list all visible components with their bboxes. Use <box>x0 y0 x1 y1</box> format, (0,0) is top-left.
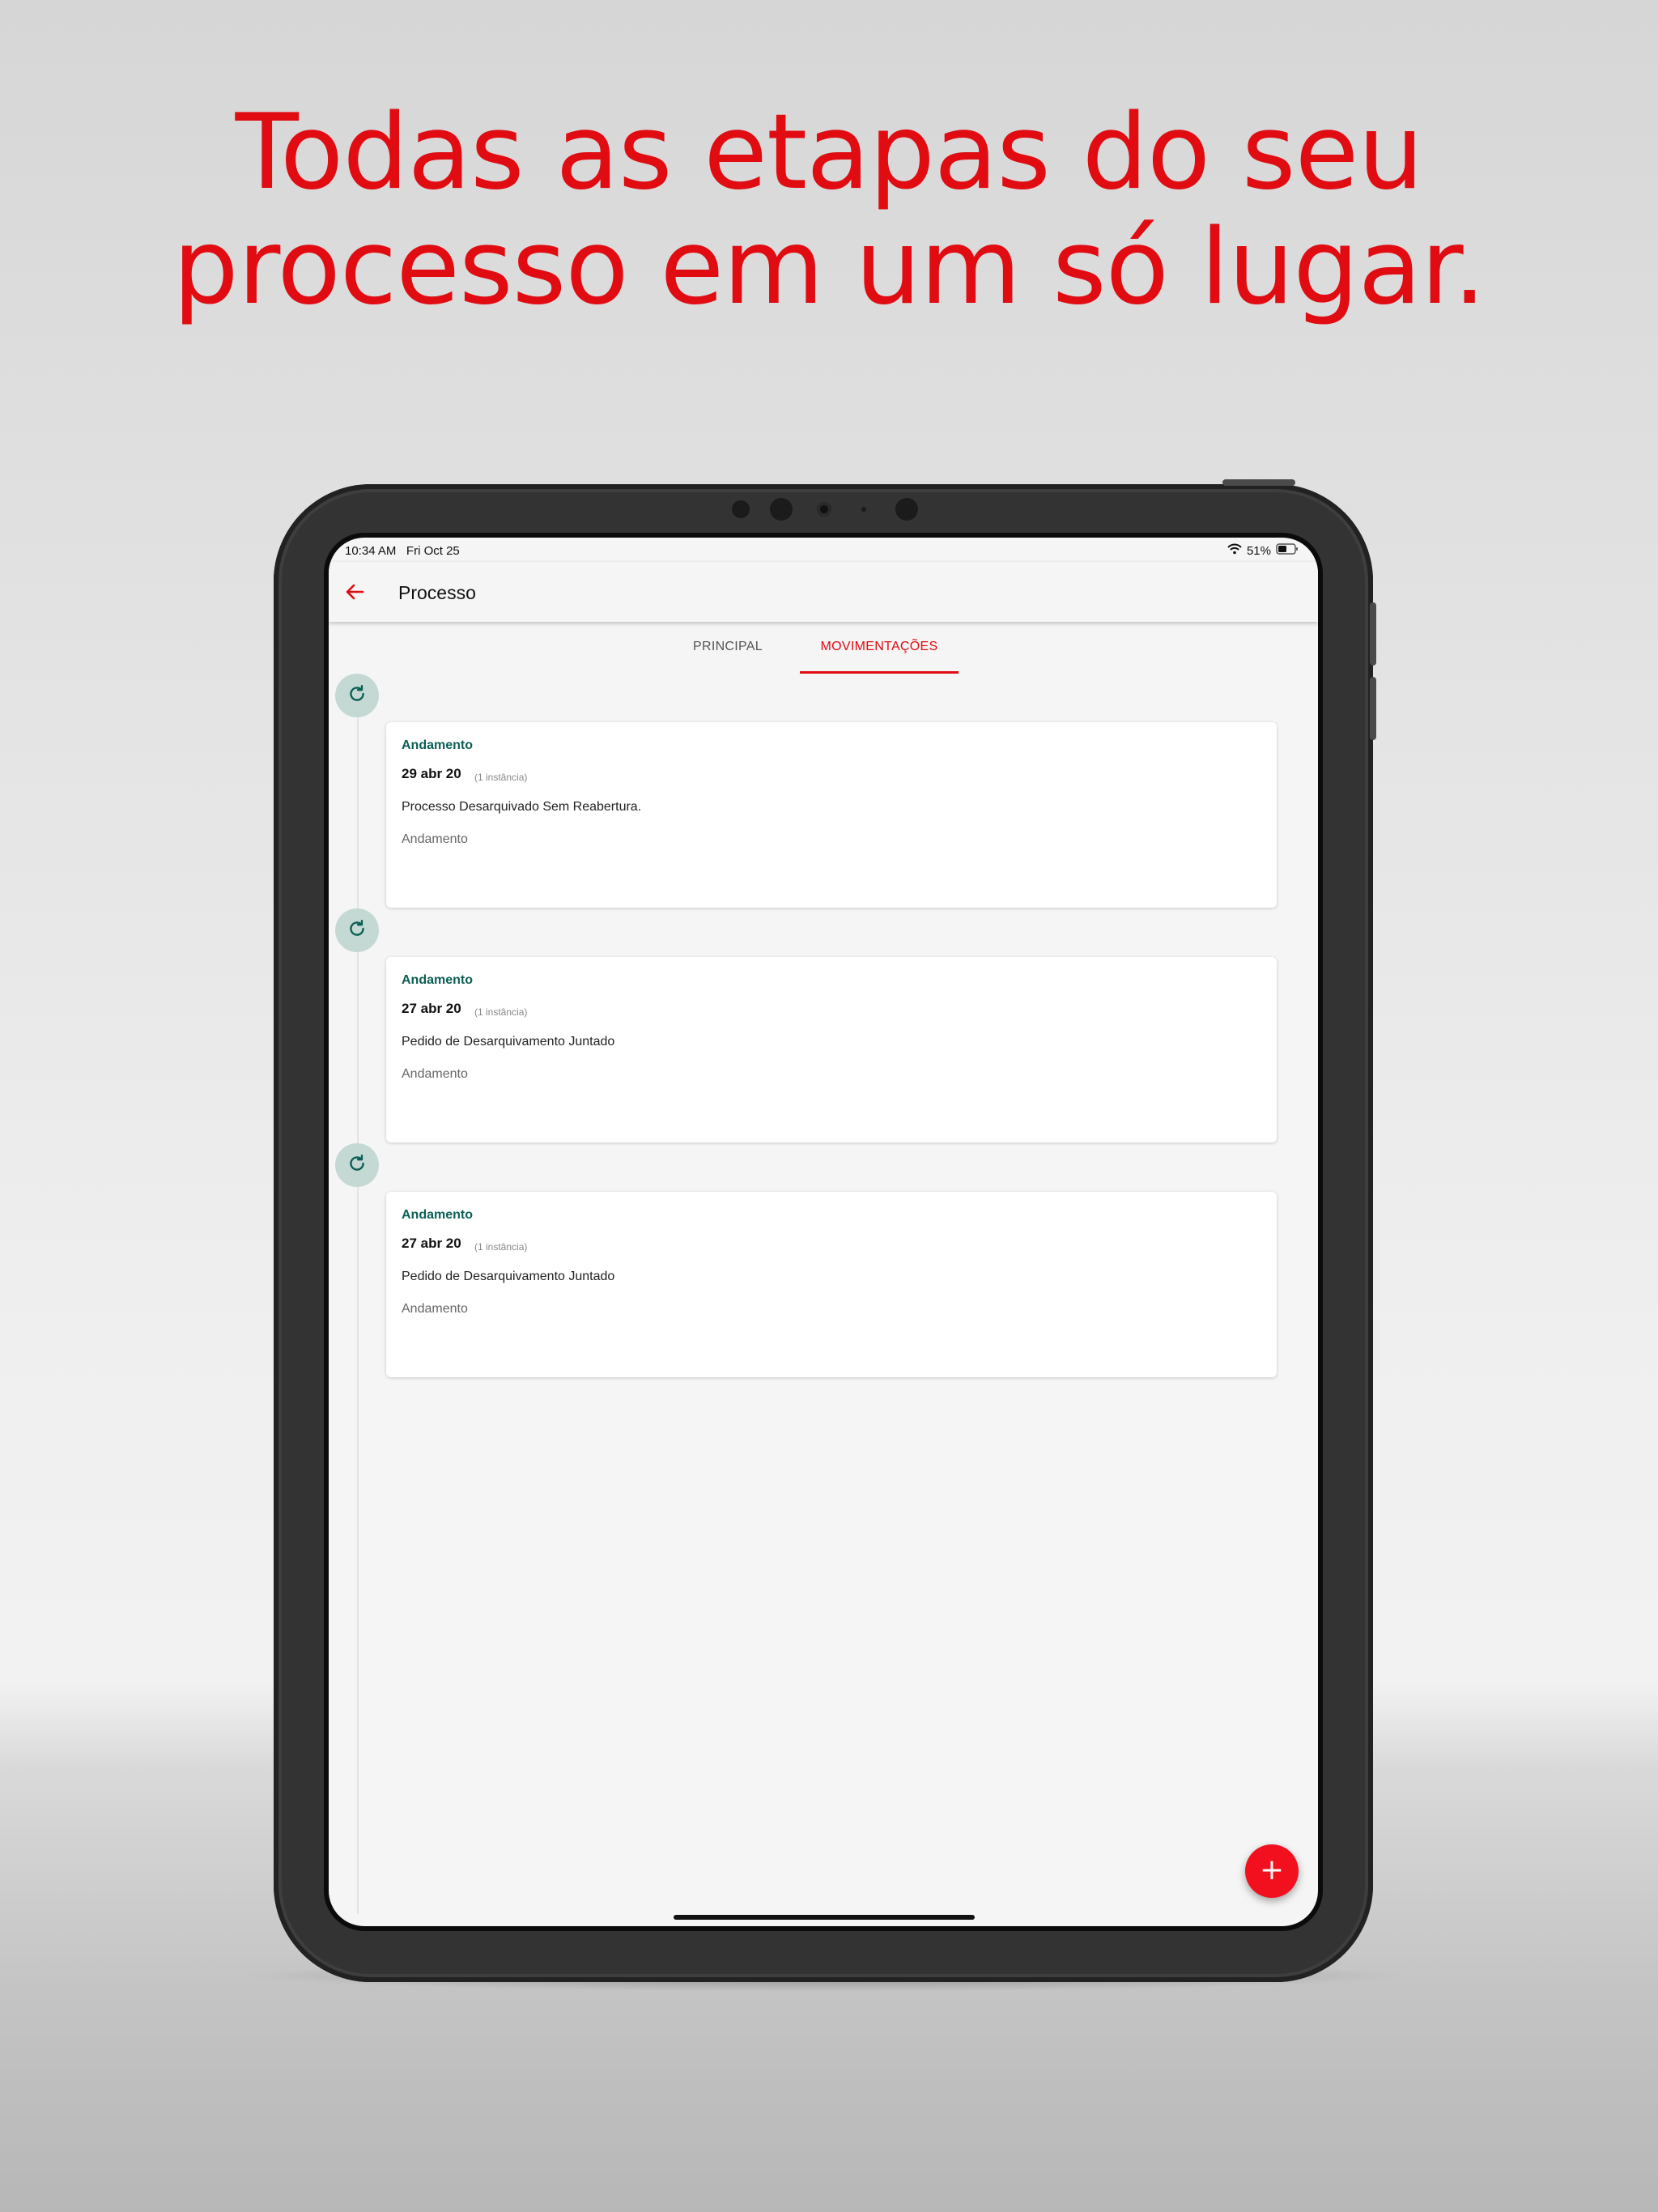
headline: Todas as etapas do seu processo em um só… <box>0 96 1658 325</box>
add-button[interactable]: + <box>1245 1844 1299 1898</box>
headline-line-2: processo em um só lugar. <box>172 207 1486 328</box>
tab-principal[interactable]: PRINCIPAL <box>680 640 776 654</box>
sensor-dot <box>861 507 866 512</box>
battery-icon <box>1276 543 1299 558</box>
timeline-marker <box>335 1143 379 1187</box>
app-bar: Processo <box>329 562 1318 622</box>
status-time-date: 10:34 AM Fri Oct 25 <box>345 544 460 558</box>
volume-up-button <box>1370 602 1376 666</box>
movement-description: Pedido de Desarquivamento Juntado <box>402 1035 615 1049</box>
sensor-dot <box>732 500 750 518</box>
movement-card[interactable]: Andamento 27 abr 20 (1 instância) Pedido… <box>386 1192 1277 1377</box>
home-indicator[interactable] <box>674 1915 975 1920</box>
volume-down-button <box>1370 677 1376 740</box>
timeline-line <box>357 716 359 1914</box>
movement-card[interactable]: Andamento 29 abr 20 (1 instância) Proces… <box>386 722 1277 908</box>
battery-percent: 51% <box>1246 543 1271 558</box>
status-bar: 10:34 AM Fri Oct 25 51% <box>329 538 1318 562</box>
wifi-icon <box>1227 543 1242 558</box>
movement-date: 27 abr 20 <box>402 1001 461 1016</box>
movement-card[interactable]: Andamento 27 abr 20 (1 instância) Pedido… <box>386 957 1277 1142</box>
arrow-left-icon <box>338 584 371 609</box>
refresh-icon <box>346 918 368 943</box>
movement-category: Andamento <box>402 1302 468 1316</box>
tablet-screen: 10:34 AM Fri Oct 25 51% Processo PRINCIP… <box>329 538 1318 1926</box>
camera-lens <box>817 502 831 517</box>
refresh-icon <box>346 683 368 708</box>
sensor-dot <box>770 498 793 521</box>
movement-instance: (1 instância) <box>474 772 528 783</box>
movement-instance: (1 instância) <box>474 1241 528 1253</box>
movement-description: Pedido de Desarquivamento Juntado <box>402 1270 615 1283</box>
movement-type: Andamento <box>402 1208 473 1222</box>
movement-type: Andamento <box>402 973 473 987</box>
movement-description: Processo Desarquivado Sem Reabertura. <box>402 800 642 814</box>
timeline-marker <box>335 908 379 952</box>
movement-category: Andamento <box>402 1067 468 1081</box>
movement-date: 27 abr 20 <box>402 1236 461 1251</box>
page-title: Processo <box>398 582 476 603</box>
movement-category: Andamento <box>402 832 468 846</box>
status-time: 10:34 AM <box>345 544 397 558</box>
active-tab-indicator <box>800 671 959 674</box>
status-date: Fri Oct 25 <box>406 544 460 558</box>
status-indicators: 51% <box>1227 543 1299 558</box>
tab-movimentacoes[interactable]: MOVIMENTAÇÕES <box>800 640 959 654</box>
top-button <box>1222 479 1295 486</box>
movement-instance: (1 instância) <box>474 1006 528 1018</box>
refresh-icon <box>346 1153 368 1178</box>
movement-date: 29 abr 20 <box>402 766 461 781</box>
sensor-dot <box>895 498 918 521</box>
tab-bar: PRINCIPAL MOVIMENTAÇÕES <box>329 622 1318 675</box>
movement-type: Andamento <box>402 738 473 752</box>
headline-line-1: Todas as etapas do seu <box>235 92 1424 213</box>
back-button[interactable] <box>338 578 371 606</box>
timeline-marker <box>335 674 379 717</box>
